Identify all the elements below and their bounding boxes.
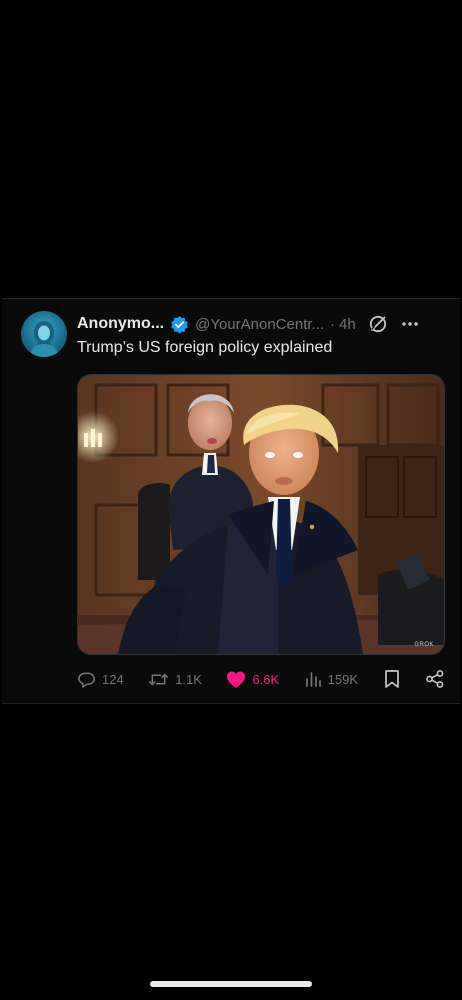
timestamp[interactable]: 4h — [339, 316, 356, 333]
tweet-actions: 124 1.1K 6.6K 159K — [77, 667, 445, 691]
repost-button[interactable]: 1.1K — [148, 670, 202, 689]
reply-button[interactable]: 124 — [77, 670, 124, 689]
repost-icon — [149, 673, 169, 685]
avatar[interactable] — [21, 311, 67, 357]
handle[interactable]: @YourAnonCentr... — [195, 316, 324, 333]
bookmark-button[interactable] — [383, 669, 401, 689]
like-count: 6.6K — [252, 671, 280, 687]
tweet-media[interactable]: GROK — [77, 374, 445, 655]
separator-dot: · — [330, 315, 336, 333]
repost-count: 1.1K — [175, 671, 202, 687]
verified-badge-icon — [170, 315, 189, 334]
share-icon — [426, 670, 444, 688]
more-icon[interactable] — [400, 314, 420, 334]
tweet-text: Trump’s US foreign policy explained — [77, 339, 333, 356]
heart-icon — [227, 671, 246, 688]
tweet-card[interactable]: Anonymo... @YourAnonCentr... · 4h Trump’… — [2, 298, 460, 704]
ai-generated-image — [78, 375, 444, 654]
tweet-header: Anonymo... @YourAnonCentr... · 4h — [77, 313, 449, 335]
grok-icon[interactable] — [368, 314, 388, 334]
display-name[interactable]: Anonymo... — [77, 315, 164, 333]
views-count: 159K — [327, 671, 359, 687]
home-indicator[interactable] — [150, 981, 312, 987]
like-button[interactable]: 6.6K — [226, 670, 279, 689]
bookmark-icon — [384, 670, 399, 688]
share-button[interactable] — [425, 669, 445, 689]
views-button[interactable]: 159K — [304, 670, 358, 688]
image-watermark: GROK — [414, 642, 434, 648]
reply-icon — [78, 672, 95, 688]
reply-count: 124 — [102, 671, 124, 687]
anonymous-avatar-icon — [29, 321, 59, 357]
views-icon — [305, 672, 321, 687]
